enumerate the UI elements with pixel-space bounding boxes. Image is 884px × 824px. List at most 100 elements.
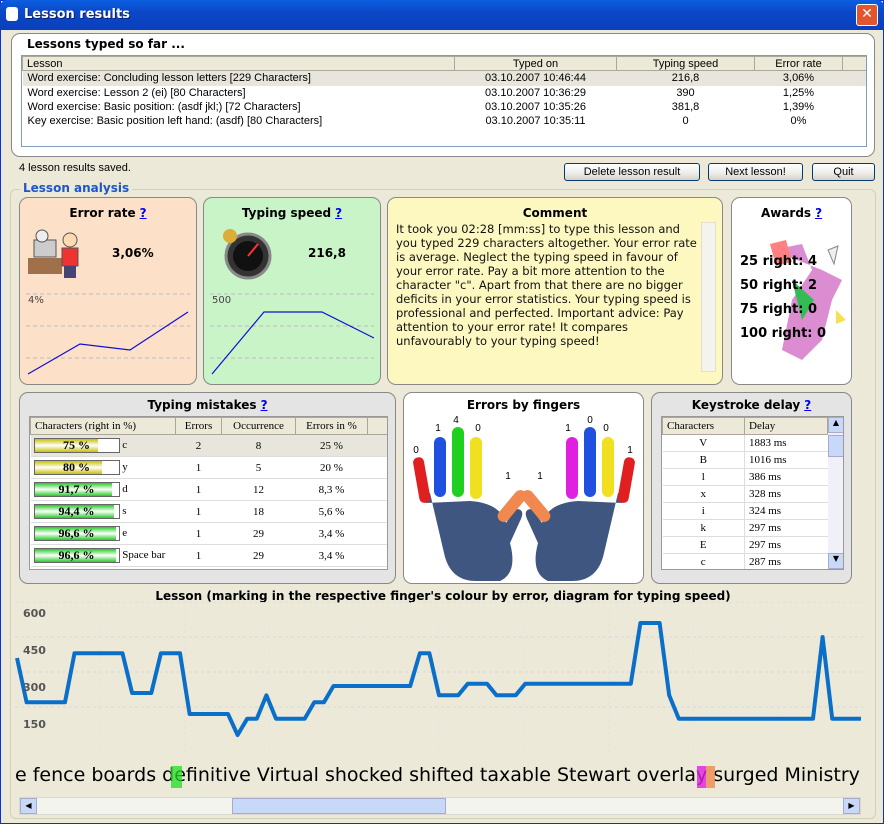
mistake-row[interactable]: 91,7 % d 1 12 8,3 % (30, 478, 387, 501)
table-row[interactable]: Word exercise: Lesson 2 (ei) [80 Charact… (23, 86, 867, 100)
keystroke-row[interactable]: V 1883 ms (662, 434, 828, 452)
typing-mistakes-help-link[interactable]: ? (261, 398, 268, 412)
error-rate-trend-chart (26, 293, 190, 375)
col-characters[interactable]: Characters (right in %) (30, 417, 176, 435)
comment-scrollbar[interactable] (701, 222, 716, 372)
ks-char: B (662, 451, 745, 469)
col-ks-delay[interactable]: Delay (744, 417, 828, 435)
keystroke-row[interactable]: l 386 ms (662, 468, 828, 486)
right-pct-label: 94,4 % (58, 504, 95, 518)
keystroke-row[interactable]: c 287 ms (662, 553, 828, 569)
award-25: 25 right: 4 (740, 254, 818, 269)
date-cell: 03.10.2007 10:36:29 (485, 86, 586, 99)
finger-count-left-middle: 4 (453, 415, 459, 426)
typing-mistakes-panel: Typing mistakes? Characters (right in %)… (19, 392, 396, 584)
mistake-errors-pct: 3,4 % (295, 544, 368, 567)
col-occurrence[interactable]: Occurrence (221, 417, 296, 435)
awards-help-link[interactable]: ? (815, 206, 822, 220)
mistake-row[interactable]: 96,6 % e 1 29 3,4 % (30, 522, 387, 545)
mistake-row[interactable]: 96,6 % Space bar 1 29 3,4 % (30, 544, 387, 567)
error-rate-panel: Error rate? 3,06% 4% (19, 197, 197, 385)
keystroke-row[interactable]: k 297 ms (662, 519, 828, 537)
mistake-char: Space bar (122, 549, 166, 562)
scroll-down-icon[interactable]: ▼ (828, 553, 843, 569)
ks-delay: 297 ms (744, 519, 828, 537)
ks-delay: 297 ms (744, 536, 828, 554)
quit-button[interactable]: Quit (812, 163, 875, 181)
keystroke-row[interactable]: i 324 ms (662, 502, 828, 520)
col-ks-characters[interactable]: Characters (662, 417, 745, 435)
finger-count-right-pinky: 1 (627, 445, 633, 456)
mistake-row[interactable]: 75 % c 2 8 25 % (30, 434, 387, 457)
delete-lesson-button[interactable]: Delete lesson result (564, 163, 700, 181)
col-lesson[interactable]: Lesson (22, 56, 455, 71)
ks-char: k (662, 519, 745, 537)
close-button[interactable]: ✕ (856, 4, 878, 26)
mistake-row[interactable]: 94,4 % s 1 18 5,6 % (30, 500, 387, 523)
finger-count-right-ring: 0 (603, 423, 609, 434)
scroll-left-icon[interactable]: ◀ (20, 798, 37, 814)
title-bar[interactable] (0, 0, 884, 30)
col-errors-pct[interactable]: Errors in % (295, 417, 368, 435)
ks-char: c (662, 553, 745, 569)
error-cell: 1,39% (782, 100, 815, 113)
error-rate-title: Error rate? (69, 206, 147, 220)
speed-cell: 0 (682, 114, 689, 127)
right-pct-label: 91,7 % (58, 482, 95, 496)
scroll-right-icon[interactable]: ▶ (843, 798, 860, 814)
keystroke-scrollbar[interactable]: ▲ ▼ (828, 417, 843, 569)
ks-delay: 324 ms (744, 502, 828, 520)
mistake-errors-pct: 25 % (295, 434, 368, 457)
mistake-errors-pct: 3,4 % (295, 522, 368, 545)
next-lesson-button[interactable]: Next lesson! (708, 163, 803, 181)
right-pct-bar: 96,6 % (33, 526, 120, 541)
app-icon (6, 7, 18, 21)
lesson-horizontal-scrollbar[interactable]: ◀ ▶ (19, 797, 861, 815)
awards-title: Awards? (760, 206, 823, 220)
error-rate-line (27, 311, 189, 375)
col-typing-speed[interactable]: Typing speed (616, 56, 755, 71)
error-cell: 1,25% (782, 86, 815, 99)
mistake-row[interactable]: 80 % y 1 5 20 % (30, 456, 387, 479)
table-row[interactable]: Key exercise: Basic position left hand: … (23, 114, 867, 128)
ks-char: E (662, 536, 745, 554)
right-pct-label: 96,6 % (58, 526, 95, 540)
mistake-char: y (122, 461, 128, 474)
typing-speed-help-link[interactable]: ? (335, 206, 342, 220)
lesson-chart-title: Lesson (marking in the respective finger… (155, 589, 731, 603)
speed-cell: 216,8 (671, 72, 700, 85)
scroll-up-icon[interactable]: ▲ (828, 417, 843, 433)
keystroke-row[interactable]: x 328 ms (662, 485, 828, 503)
col-typed-on[interactable]: Typed on (454, 56, 617, 71)
table-row[interactable]: Word exercise: Basic position: (asdf jkl… (23, 100, 867, 114)
scroll-thumb[interactable] (828, 435, 843, 457)
typing-mistakes-table[interactable]: Characters (right in %) Errors Occurrenc… (29, 416, 388, 570)
lesson-cell: Word exercise: Basic position: (asdf jkl… (27, 100, 301, 113)
keystroke-row[interactable]: E 297 ms (662, 536, 828, 554)
right-pct-bar: 75 % (33, 438, 120, 453)
error-rate-help-link[interactable]: ? (140, 206, 147, 220)
lessons-table[interactable]: Lesson Typed on Typing speed Error rate … (21, 55, 867, 147)
keystroke-delay-table[interactable]: Characters Delay V 1883 ms B 1016 ms l 386 ms… (661, 416, 844, 570)
scroll-h-thumb[interactable] (232, 798, 446, 814)
col-errors[interactable]: Errors (175, 417, 222, 435)
typing-speed-title: Typing speed? (241, 206, 343, 220)
errors-by-fingers-title: Errors by fingers (466, 398, 581, 412)
y-tick-450: 450 (23, 644, 46, 657)
award-75: 75 right: 0 (740, 302, 818, 317)
mistake-occurrence: 12 (221, 478, 296, 501)
table-row[interactable]: Word exercise: Concluding lesson letters… (22, 70, 866, 86)
col-error-rate[interactable]: Error rate (754, 56, 843, 71)
mistake-occurrence: 29 (221, 522, 296, 545)
mistake-char: d (122, 483, 128, 496)
keystroke-row[interactable]: B 1016 ms (662, 451, 828, 469)
y-tick-600: 600 (23, 607, 46, 620)
mistake-errors-pct: 20 % (295, 456, 368, 479)
window-title: Lesson results (24, 7, 130, 22)
mistake-char: s (122, 505, 127, 518)
lessons-group-title: Lessons typed so far ... (27, 37, 185, 51)
error-cell: 3,06% (782, 72, 815, 85)
mistake-errors-pct: 5,6 % (295, 500, 368, 523)
keystroke-delay-help-link[interactable]: ? (804, 398, 811, 412)
keystroke-delay-title: Keystroke delay? (691, 398, 812, 412)
